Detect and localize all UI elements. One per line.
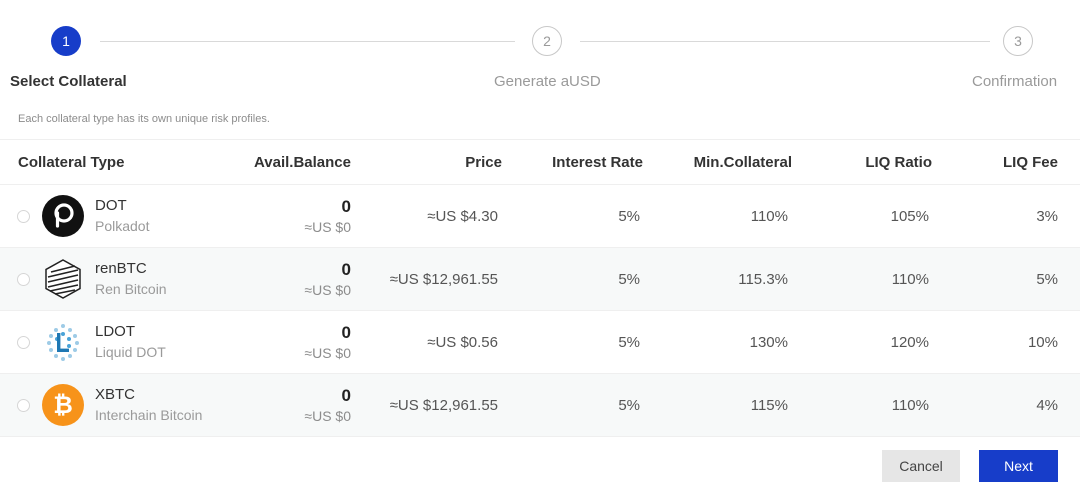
asset-name: Ren Bitcoin [95,281,167,297]
header-interest-rate: Interest Rate [502,140,643,185]
liq-ratio-cell: 110% [792,247,932,311]
asset-name: Interchain Bitcoin [95,407,203,423]
liq-ratio-cell: 110% [792,373,932,437]
liq-fee-cell: 3% [932,184,1080,248]
min-collateral-cell: 130% [643,310,792,374]
select-radio[interactable] [17,272,30,286]
step-number: 2 [543,33,551,49]
polkadot-logo-icon [42,195,84,237]
table-row[interactable]: LDOT Liquid DOT 0 ≈US $0 ≈US $0.56 5% 130… [0,310,1080,374]
interest-cell: 5% [502,373,643,437]
balance-usd: ≈US $0 [304,345,351,361]
step-2-label: Generate aUSD [494,73,601,90]
asset-name: Liquid DOT [95,344,166,360]
table-row[interactable]: DOT Polkadot 0 ≈US $0 ≈US $4.30 5% 110% 1… [0,184,1080,248]
header-collateral-type: Collateral Type [0,140,250,185]
bitcoin-logo-icon: ₿ [42,384,84,426]
price-cell: ≈US $0.56 [351,310,502,374]
table-row[interactable]: renBTC Ren Bitcoin 0 ≈US $0 ≈US $12,961.5… [0,247,1080,311]
min-collateral-cell: 115% [643,373,792,437]
step-number: 3 [1014,33,1022,49]
balance-value: 0 [341,260,351,279]
liq-ratio-cell: 120% [792,310,932,374]
next-button[interactable]: Next [979,450,1058,482]
asset-cell: renBTC Ren Bitcoin [0,248,250,310]
asset-symbol: XBTC [95,386,136,403]
asset-symbol: DOT [95,197,127,214]
select-radio[interactable] [17,335,30,349]
balance-value: 0 [341,197,351,216]
price-cell: ≈US $12,961.55 [351,373,502,437]
price-cell: ≈US $12,961.55 [351,247,502,311]
min-collateral-cell: 110% [643,184,792,248]
step-3-label: Confirmation [972,73,1058,90]
balance-value: 0 [341,386,351,405]
balance-usd: ≈US $0 [304,408,351,424]
balance-usd: ≈US $0 [304,282,351,298]
balance-usd: ≈US $0 [304,219,351,235]
asset-symbol: renBTC [95,260,147,277]
step-3-indicator: 3 [1003,26,1033,56]
step-1-label: Select Collateral [10,73,127,90]
liq-fee-cell: 10% [932,310,1080,374]
svg-text:₿: ₿ [53,392,73,419]
ldot-logo-icon [47,324,79,361]
asset-cell: DOT Polkadot [0,185,250,247]
min-collateral-cell: 115.3% [643,247,792,311]
interest-cell: 5% [502,247,643,311]
cancel-button[interactable]: Cancel [882,450,960,482]
step-connector [580,41,990,42]
step-number: 1 [62,33,70,49]
risk-note: Each collateral type has its own unique … [18,113,270,125]
stepper: 1 2 3 Select Collateral Generate aUSD Co… [0,0,1080,110]
asset-cell: LDOT Liquid DOT [0,311,250,373]
interest-cell: 5% [502,184,643,248]
asset-cell: ₿ XBTC Interchain Bitcoin [0,374,250,436]
balance-value: 0 [341,323,351,342]
step-2-indicator: 2 [532,26,562,56]
header-min-collateral: Min.Collateral [643,140,792,185]
table-row[interactable]: ₿ XBTC Interchain Bitcoin 0 ≈US $0 ≈US $1… [0,373,1080,437]
interest-cell: 5% [502,310,643,374]
select-radio[interactable] [17,398,30,412]
table-header-row: Collateral Type Avail.Balance Price Inte… [0,140,1080,185]
select-radio[interactable] [17,209,30,223]
header-avail-balance: Avail.Balance [250,140,351,185]
step-1-indicator: 1 [51,26,81,56]
step-connector [100,41,515,42]
header-price: Price [351,140,502,185]
price-cell: ≈US $4.30 [351,184,502,248]
liq-ratio-cell: 105% [792,184,932,248]
renbtc-logo-icon [45,259,81,299]
asset-name: Polkadot [95,218,150,234]
header-liq-ratio: LIQ Ratio [792,140,932,185]
liq-fee-cell: 5% [932,247,1080,311]
asset-symbol: LDOT [95,323,136,340]
liq-fee-cell: 4% [932,373,1080,437]
header-liq-fee: LIQ Fee [932,140,1080,185]
collateral-table: Collateral Type Avail.Balance Price Inte… [0,140,1080,437]
